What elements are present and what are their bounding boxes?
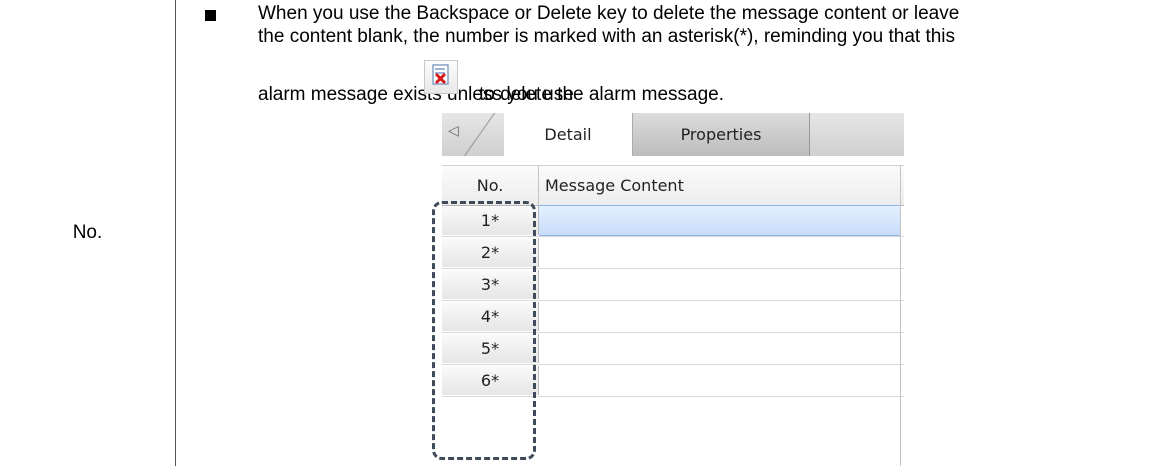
highlight-dashed-box [432, 201, 536, 460]
tab-divider [464, 113, 496, 156]
message-cell[interactable] [539, 301, 901, 332]
table-header: No. Message Content [442, 165, 904, 206]
bullet-marker [205, 10, 216, 21]
message-cell[interactable] [539, 333, 901, 364]
tab-detail[interactable]: Detail [504, 113, 633, 156]
note-line-1: When you use the Backspace or Delete key… [258, 3, 960, 24]
message-cell[interactable] [539, 205, 901, 236]
column-header-no[interactable]: No. [442, 166, 539, 205]
header-edge [900, 166, 901, 205]
grid-edge [900, 204, 901, 466]
message-cell[interactable] [539, 365, 901, 396]
delete-row-icon [424, 60, 458, 94]
tab-properties[interactable]: Properties [633, 113, 810, 156]
message-cell[interactable] [539, 269, 901, 300]
row-label: No. [72, 222, 103, 243]
column-divider [175, 0, 176, 466]
message-cell[interactable] [539, 237, 901, 268]
delete-row-icon-graphic [432, 64, 449, 85]
tab-bar: ◁ Detail Properties [442, 113, 904, 156]
tab-scroll-left-icon[interactable]: ◁ [448, 123, 459, 139]
note-line-2: the content blank, the number is marked … [258, 26, 956, 47]
note-line-3-end: to delete the alarm message. [479, 84, 725, 105]
column-header-message-content[interactable]: Message Content [545, 166, 684, 205]
note-paragraph: When you use the Backspace or Delete key… [258, 2, 1158, 48]
